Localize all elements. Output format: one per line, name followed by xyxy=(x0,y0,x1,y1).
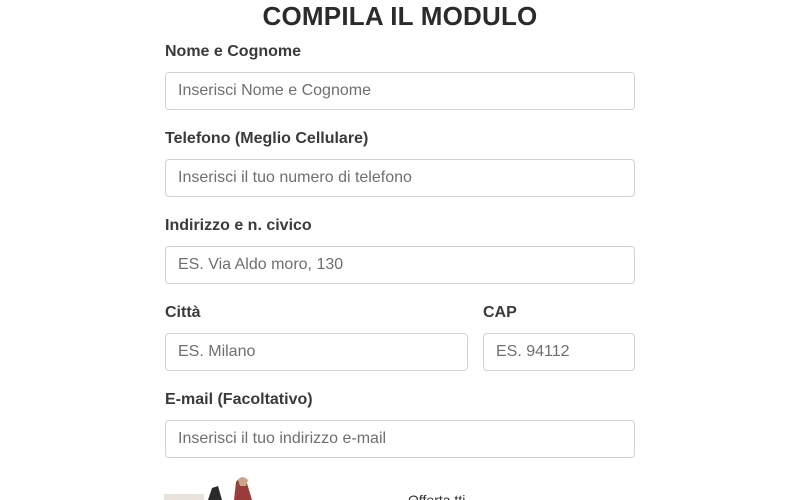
address-label: Indirizzo e n. civico xyxy=(165,217,312,234)
cap-input[interactable] xyxy=(483,333,635,371)
email-label: E-mail (Facoltativo) xyxy=(165,391,313,408)
phone-label: Telefono (Meglio Cellulare) xyxy=(165,130,369,147)
offer-text: Offerta tti xyxy=(408,492,466,500)
cap-label: CAP xyxy=(483,304,517,321)
city-input[interactable] xyxy=(165,333,468,371)
form-title: COMPILA IL MODULO xyxy=(262,1,538,31)
product-image xyxy=(160,476,260,500)
name-label: Nome e Cognome xyxy=(165,43,302,60)
email-input[interactable] xyxy=(165,420,635,458)
order-form-page: COMPILA IL MODULO Nome e Cognome Telefon… xyxy=(0,0,800,500)
phone-input[interactable] xyxy=(165,159,635,197)
address-input[interactable] xyxy=(165,246,635,284)
city-label: Città xyxy=(165,304,201,321)
name-input[interactable] xyxy=(165,72,635,110)
